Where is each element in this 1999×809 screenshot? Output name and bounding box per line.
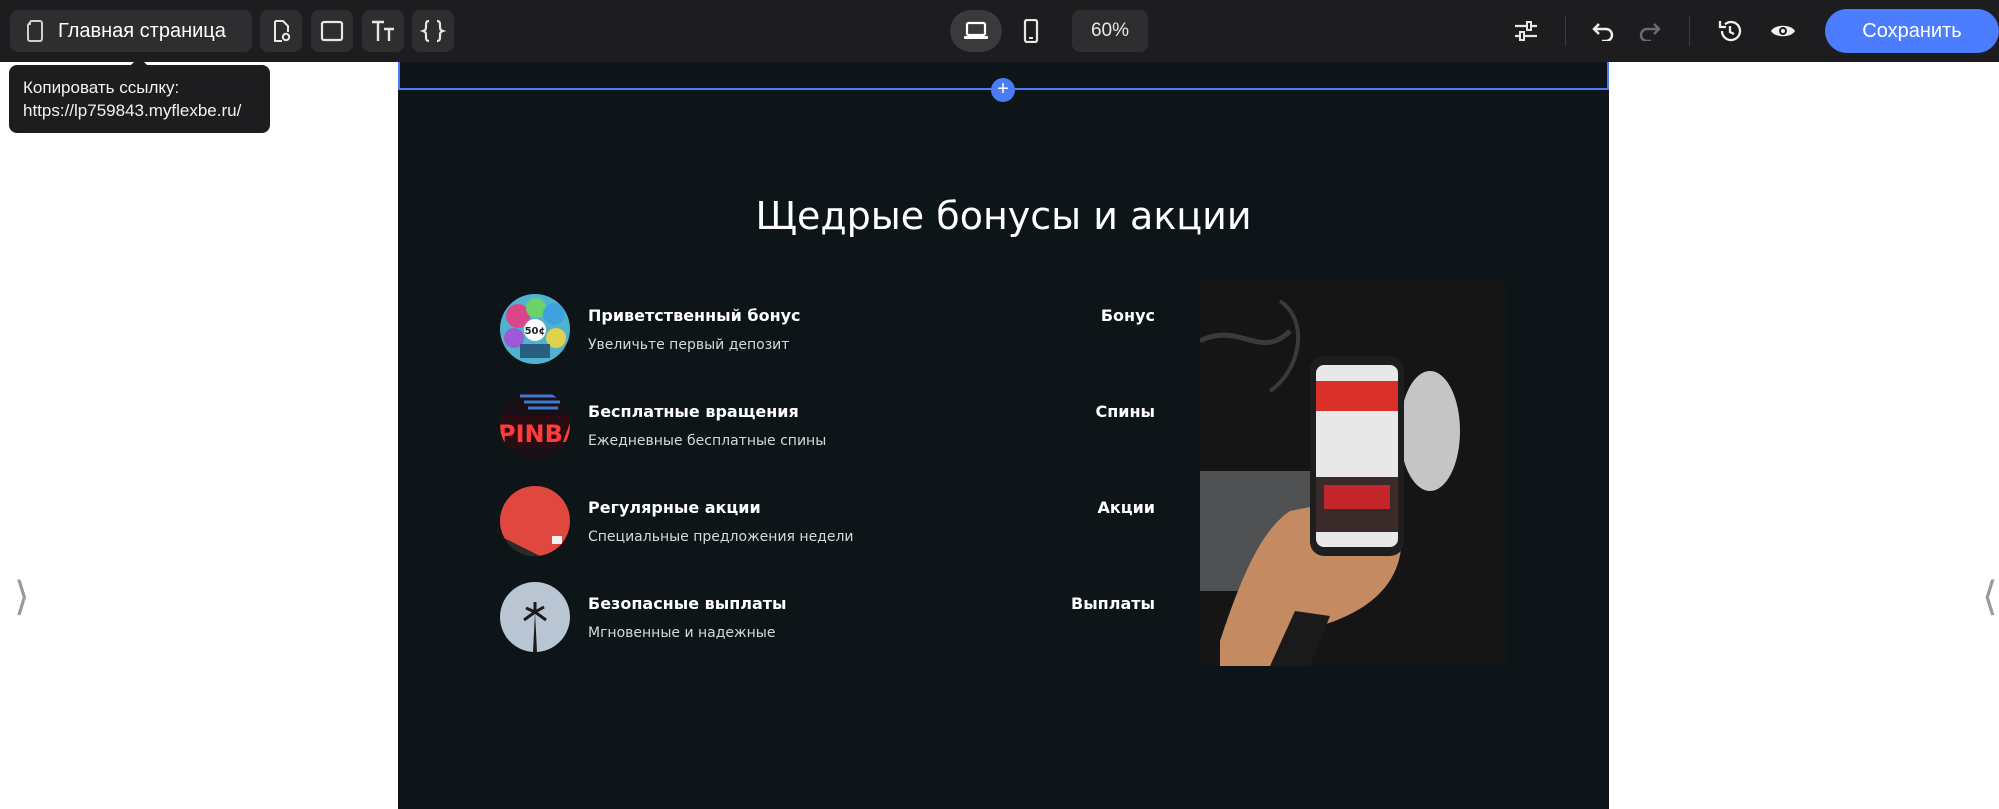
preview-button[interactable] [1762,10,1804,52]
row-title: Бесплатные вращения [588,402,799,421]
row-description: Мгновенные и надежные [588,625,776,641]
red-card-image [500,486,570,556]
bonus-row[interactable]: Безопасные выплаты Мгновенные и надежные… [500,582,1155,654]
bonuses-section[interactable]: Щедрые бонусы и акции 50¢ Приветственный… [398,90,1609,809]
row-description: Увеличьте первый депозит [588,337,790,353]
save-button[interactable]: Сохранить [1825,9,1999,53]
row-title: Безопасные выплаты [588,594,787,613]
add-block-button[interactable]: + [991,78,1015,102]
toolbar-divider [1689,16,1690,46]
page-selector-button[interactable]: Главная страница [10,10,252,52]
row-description: Ежедневные бесплатные спины [588,433,827,449]
page-selector-label: Главная страница [58,19,226,42]
row-description: Специальные предложения недели [588,529,854,545]
code-button[interactable] [412,10,454,52]
bonus-row[interactable]: PINBA Бесплатные вращения Ежедневные бес… [500,390,1155,462]
pinball-sign-image: PINBA [500,390,570,460]
typography-button[interactable] [362,10,404,52]
square-frame-icon [320,20,344,42]
laptop-icon [963,21,989,41]
section-title[interactable]: Щедрые бонусы и акции [398,194,1609,238]
redo-button[interactable] [1629,10,1671,52]
desktop-view-button[interactable] [950,10,1002,52]
top-toolbar: Главная страница 60% Сохранить [0,0,1999,62]
code-braces-icon [420,19,446,43]
text-size-icon [370,19,396,43]
row-tag: Акции [1097,498,1155,517]
tooltip-url[interactable]: https://lp759843.myflexbe.ru/ [23,99,256,122]
eye-icon [1770,22,1796,40]
row-title: Регулярные акции [588,498,761,517]
svg-text:PINBA: PINBA [500,420,570,448]
row-tag: Бонус [1100,306,1155,325]
plus-icon: + [997,78,1009,100]
block-button[interactable] [311,10,353,52]
row-tag: Спины [1095,402,1155,421]
row-tag: Выплаты [1071,594,1155,613]
sliders-icon [1513,20,1539,42]
copy-link-tooltip: Копировать ссылку: https://lp759843.myfl… [9,57,270,133]
device-switch [950,10,1039,52]
bonus-row[interactable]: Регулярные акции Специальные предложения… [500,486,1155,558]
history-icon [1717,18,1743,44]
palm-tree-image [500,582,570,652]
collapse-left-handle[interactable]: ⟩ [14,574,30,620]
collapse-right-handle[interactable]: ⟨ [1982,574,1998,620]
svg-text:50¢: 50¢ [525,326,546,337]
settings-button[interactable] [1505,10,1547,52]
canvas-margin-right [1609,62,1999,809]
tooltip-title: Копировать ссылку: [23,78,180,97]
redo-icon [1638,21,1662,41]
bonus-row[interactable]: 50¢ Приветственный бонус Увеличьте первы… [500,294,1155,366]
history-button[interactable] [1709,10,1751,52]
page-settings-button[interactable] [260,10,302,52]
page-icon [24,19,46,43]
undo-button[interactable] [1582,10,1624,52]
undo-icon [1591,21,1615,41]
page-settings-icon [269,19,293,43]
mobile-view-button[interactable] [1010,10,1052,52]
balloons-image: 50¢ [500,294,570,364]
row-title: Приветственный бонус [588,306,801,325]
zoom-level[interactable]: 60% [1072,10,1148,52]
hand-holding-phone-image[interactable] [1200,281,1506,666]
canvas-margin-left [0,62,398,809]
toolbar-divider [1565,16,1566,46]
phone-icon [1023,19,1039,43]
